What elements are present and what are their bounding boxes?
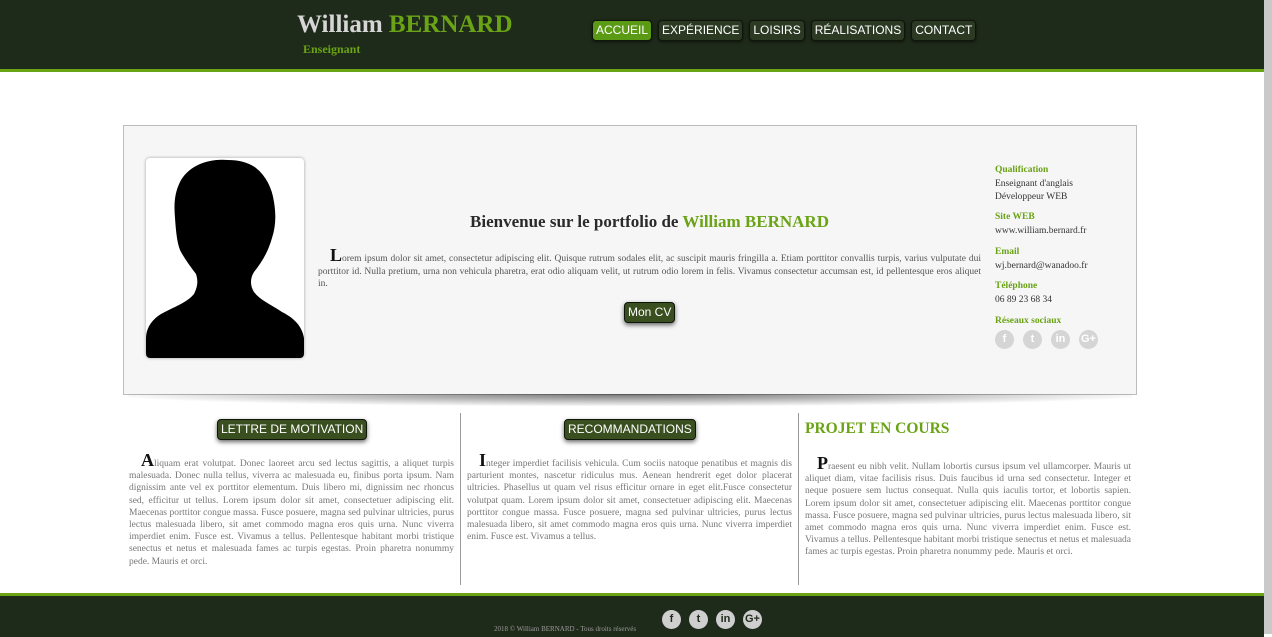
google-plus-icon[interactable]: G+ bbox=[1079, 329, 1098, 349]
window-scrollbar[interactable] bbox=[1264, 0, 1272, 634]
cv-button[interactable]: Mon CV bbox=[624, 302, 676, 323]
phone-value: 06 89 23 68 34 bbox=[995, 295, 1052, 305]
current-project-dropcap: P bbox=[817, 453, 828, 473]
motivation-text: Aliquam erat volutpat. Donec laoreet arc… bbox=[129, 451, 454, 568]
site-footer: 2018 © William BERNARD - Tous droits rés… bbox=[0, 593, 1264, 637]
column-current-project: PROJET EN COURS Praesent eu nibh velit. … bbox=[799, 413, 1135, 585]
facebook-icon[interactable]: f bbox=[995, 329, 1014, 349]
recommendations-body: nteger imperdiet facilisis vehicula. Cum… bbox=[467, 459, 792, 543]
social-icons: f t in G+ bbox=[995, 329, 1125, 349]
site-logo-name[interactable]: William BERNARD bbox=[297, 11, 513, 39]
intro-paragraph: Lorem ipsum dolor sit amet, consectetur … bbox=[318, 246, 981, 291]
motivation-dropcap: A bbox=[141, 450, 154, 470]
site-label: Site WEB bbox=[995, 212, 1035, 222]
linkedin-icon[interactable]: in bbox=[1051, 329, 1070, 349]
recommendations-dropcap: I bbox=[479, 450, 487, 470]
current-project-text: Praesent eu nibh velit. Nullam lobortis … bbox=[805, 454, 1131, 559]
person-silhouette-icon bbox=[146, 159, 304, 358]
qualification-value-2: Développeur WEB bbox=[995, 191, 1068, 202]
twitter-icon[interactable]: t bbox=[689, 610, 708, 629]
contact-info: Qualification Enseignant d'anglais Dével… bbox=[995, 164, 1125, 349]
main-nav: ACCUEIL EXPÉRIENCE LOISIRS RÉALISATIONS … bbox=[592, 20, 977, 41]
site-header: William BERNARD Enseignant ACCUEIL EXPÉR… bbox=[0, 0, 1264, 72]
nav-loisirs[interactable]: LOISIRS bbox=[749, 20, 805, 41]
phone-label: Téléphone bbox=[995, 281, 1038, 291]
current-project-title: PROJET EN COURS bbox=[805, 420, 950, 437]
email-value[interactable]: wj.bernard@wanadoo.fr bbox=[995, 260, 1125, 273]
motivation-letter-button[interactable]: LETTRE DE MOTIVATION bbox=[217, 419, 368, 440]
welcome-heading: Bienvenue sur le portfolio de William BE… bbox=[318, 212, 981, 232]
recommendations-button[interactable]: RECOMMANDATIONS bbox=[564, 419, 696, 440]
welcome-prefix: Bienvenue sur le portfolio de bbox=[470, 212, 679, 231]
linkedin-icon[interactable]: in bbox=[716, 610, 735, 629]
qualification-value-1: Enseignant d'anglais bbox=[995, 179, 1073, 189]
facebook-icon[interactable]: f bbox=[662, 610, 681, 629]
nav-contact[interactable]: CONTACT bbox=[911, 20, 977, 41]
nav-realisations[interactable]: RÉALISATIONS bbox=[810, 20, 906, 41]
nav-experience[interactable]: EXPÉRIENCE bbox=[658, 20, 744, 41]
copyright-text: 2018 © William BERNARD - Tous droits rés… bbox=[494, 625, 637, 633]
twitter-icon[interactable]: t bbox=[1023, 329, 1042, 349]
social-label: Réseaux sociaux bbox=[995, 315, 1062, 326]
logo-subtitle: Enseignant bbox=[303, 42, 361, 56]
column-motivation: LETTRE DE MOTIVATION Aliquam erat volutp… bbox=[123, 413, 461, 585]
logo-last-name: BERNARD bbox=[388, 11, 513, 38]
current-project-body: raesent eu nibh velit. Nullam lobortis c… bbox=[805, 462, 1131, 558]
qualification-label: Qualification bbox=[995, 165, 1049, 175]
profile-card-shadow bbox=[128, 394, 1132, 406]
intro-dropcap: L bbox=[330, 245, 343, 265]
recommendations-text: Integer imperdiet facilisis vehicula. Cu… bbox=[467, 451, 792, 543]
welcome-name: William BERNARD bbox=[682, 212, 829, 231]
logo-first-name: William bbox=[297, 11, 383, 38]
footer-social-icons: f t in G+ bbox=[662, 610, 762, 629]
site-value[interactable]: www.william.bernard.fr bbox=[995, 225, 1125, 238]
column-recommendations: RECOMMANDATIONS Integer imperdiet facili… bbox=[461, 413, 799, 585]
intro-text: orem ipsum dolor sit amet, consectetur a… bbox=[318, 254, 981, 289]
google-plus-icon[interactable]: G+ bbox=[743, 610, 762, 629]
profile-photo bbox=[146, 158, 304, 358]
nav-accueil[interactable]: ACCUEIL bbox=[592, 20, 653, 41]
motivation-body: liquam erat volutpat. Donec laoreet arcu… bbox=[129, 459, 454, 567]
email-label: Email bbox=[995, 246, 1020, 257]
